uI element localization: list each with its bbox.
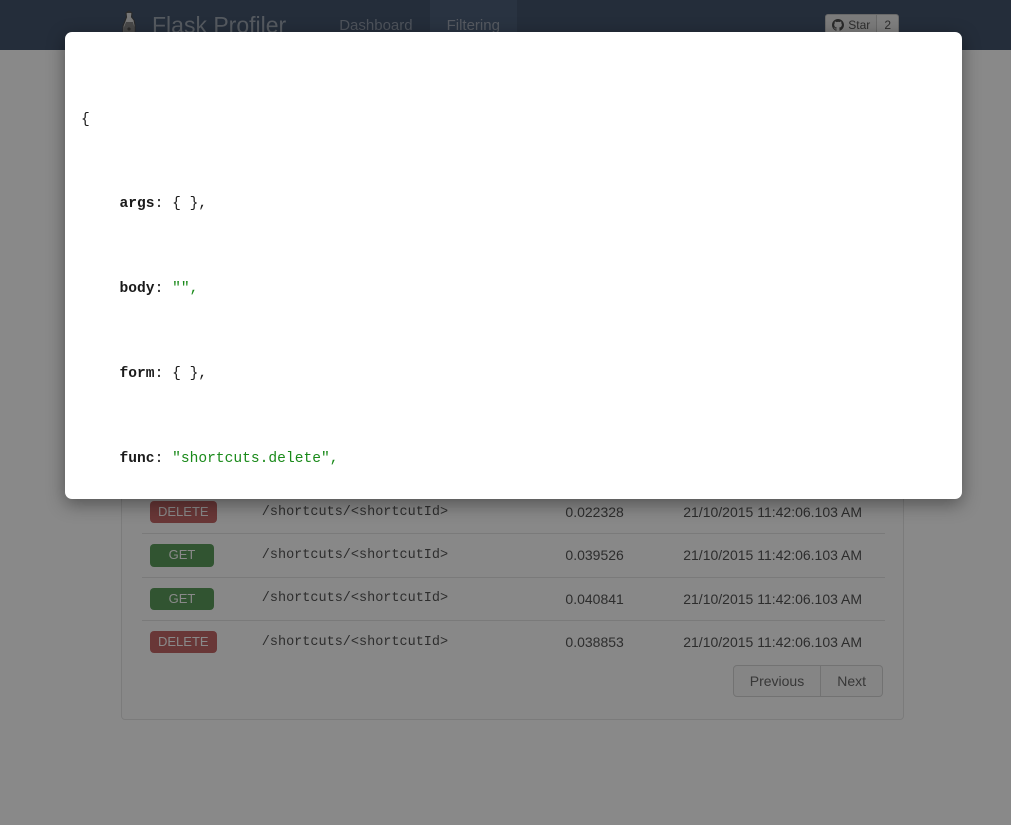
json-line-args: args: { }, <box>119 196 208 213</box>
json-line-form: form: { }, <box>119 366 208 383</box>
request-detail-modal: { args: { }, body: "", form: { }, func: … <box>65 32 962 499</box>
json-line-body: body: "", <box>119 281 199 298</box>
json-line-func: func: "shortcuts.delete", <box>119 450 339 467</box>
app-root: Flask Profiler Dashboard Filtering Star … <box>0 0 1011 825</box>
json-line-open: { <box>81 111 90 128</box>
json-viewer: { args: { }, body: "", form: { }, func: … <box>65 32 962 499</box>
